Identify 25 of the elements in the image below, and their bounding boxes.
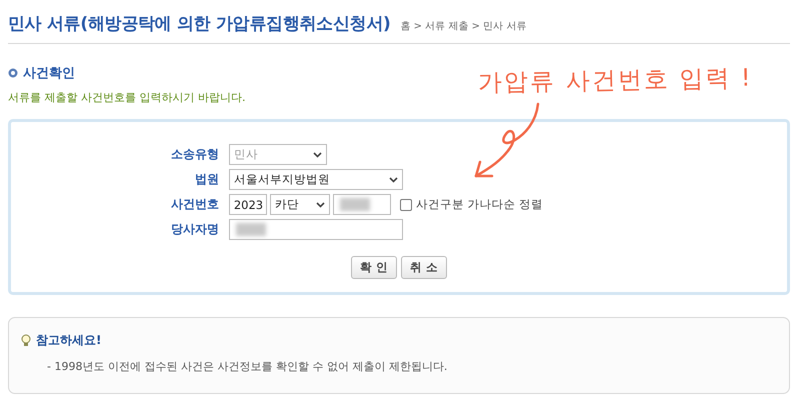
- lightbulb-icon: [21, 334, 31, 347]
- case-type-select[interactable]: 카단: [270, 194, 330, 215]
- bullet-icon: [8, 68, 18, 78]
- field-label: 법원: [194, 171, 219, 188]
- dropdown-caret-icon: [388, 176, 398, 182]
- instruction-text: 서류를 제출할 사건번호를 입력하시기 바랍니다.: [8, 90, 246, 105]
- year-select[interactable]: 2023: [228, 194, 267, 215]
- cancel-button[interactable]: 취 소: [401, 256, 448, 279]
- handwritten-note: 가압류 사건번호 입력 !: [478, 62, 753, 98]
- field-label: 사건번호: [170, 196, 219, 213]
- dropdown-caret-icon: [312, 152, 322, 158]
- dropdown-caret-icon: [316, 202, 325, 208]
- sort-checkbox[interactable]: [400, 198, 412, 210]
- select-field[interactable]: 서울서부지방법원: [228, 169, 403, 190]
- field-label: 소송유형: [170, 146, 219, 163]
- confirm-button[interactable]: 확 인: [350, 256, 397, 279]
- section-title: 사건확인: [23, 65, 75, 82]
- notice-title: 참고하세요!: [36, 332, 102, 349]
- notice-text: - 1998년도 이전에 접수된 사건은 사건정보를 확인할 수 없어 제출이 제한됩니다.: [47, 359, 448, 374]
- case-number-field[interactable]: [332, 194, 391, 215]
- checkbox-label: 사건구분 가나다순 정렬: [416, 197, 544, 212]
- party-name-field[interactable]: [228, 219, 403, 240]
- page-title: 민사 서류(해방공탁에 의한 가압류집행취소신청서): [8, 13, 390, 35]
- breadcrumb: 홈 > 서류 제출 > 민사 서류: [400, 20, 526, 33]
- field-label: 당사자명: [170, 221, 219, 238]
